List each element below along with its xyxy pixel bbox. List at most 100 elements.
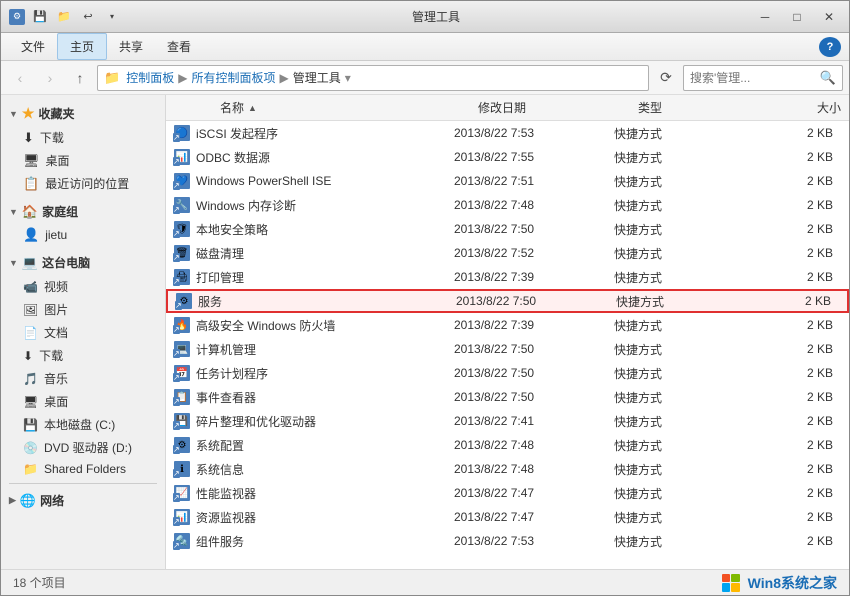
file-row[interactable]: 🗑 磁盘清理 2013/8/22 7:52 快捷方式 2 KB <box>166 241 849 265</box>
search-input[interactable] <box>690 71 816 85</box>
file-row[interactable]: 🔥 高级安全 Windows 防火墙 2013/8/22 7:39 快捷方式 2… <box>166 313 849 337</box>
sidebar-section-favorites: ▼ ★ 收藏夹 ⬇ 下载 🖥 桌面 📋 最近访问的位置 <box>1 101 165 195</box>
file-type: 快捷方式 <box>606 413 706 430</box>
file-row[interactable]: 🔵 iSCSI 发起程序 2013/8/22 7:53 快捷方式 2 KB <box>166 121 849 145</box>
file-size: 2 KB <box>706 150 841 164</box>
close-button[interactable]: ✕ <box>813 3 845 31</box>
col-header-name[interactable]: 名称 ▲ <box>190 95 470 120</box>
file-size: 2 KB <box>706 222 841 236</box>
file-row[interactable]: 💾 碎片整理和优化驱动器 2013/8/22 7:41 快捷方式 2 KB <box>166 409 849 433</box>
file-size: 2 KB <box>708 294 839 308</box>
menu-share[interactable]: 共享 <box>107 34 155 59</box>
search-icon[interactable]: 🔍 <box>820 70 836 86</box>
desktop-icon: 🖥 <box>23 153 40 169</box>
sidebar-network-header[interactable]: ▶ 🌐 网络 <box>1 488 165 513</box>
recent-icon: 📋 <box>23 176 39 192</box>
menu-view[interactable]: 查看 <box>155 34 203 59</box>
sidebar-item-desktop2[interactable]: 🖥 桌面 <box>1 390 165 413</box>
sidebar-favorites-label: 收藏夹 <box>38 105 74 122</box>
maximize-button[interactable]: □ <box>781 3 813 31</box>
sidebar-item-music[interactable]: 🎵 音乐 <box>1 367 165 390</box>
menu-home[interactable]: 主页 <box>57 33 107 60</box>
file-row[interactable]: 📈 性能监视器 2013/8/22 7:47 快捷方式 2 KB <box>166 481 849 505</box>
menu-file[interactable]: 文件 <box>9 34 57 59</box>
sidebar-item-dvd[interactable]: 💿 DVD 驱动器 (D:) <box>1 436 165 459</box>
file-type: 快捷方式 <box>606 173 706 190</box>
file-size: 2 KB <box>706 246 841 260</box>
file-icon-6: 🖨 <box>174 269 190 285</box>
qa-dropdown-btn[interactable]: ▾ <box>101 7 123 27</box>
breadcrumb-current: 管理工具 <box>293 69 341 86</box>
file-type: 快捷方式 <box>606 221 706 238</box>
file-row[interactable]: ⚙ 服务 2013/8/22 7:50 快捷方式 2 KB <box>166 289 849 313</box>
sidebar-item-shared[interactable]: 📁 Shared Folders <box>1 459 165 479</box>
sidebar-item-downloads[interactable]: ⬇ 下载 <box>1 126 165 149</box>
qa-undo-btn[interactable]: ↩ <box>77 7 99 27</box>
col-header-date[interactable]: 修改日期 <box>470 95 630 120</box>
file-date: 2013/8/22 7:48 <box>446 462 606 476</box>
col-header-size[interactable]: 大小 <box>730 95 849 120</box>
sidebar-item-downloads2[interactable]: ⬇ 下载 <box>1 344 165 367</box>
quick-access-toolbar: 💾 📁 ↩ ▾ <box>29 7 123 27</box>
file-size: 2 KB <box>706 510 841 524</box>
refresh-button[interactable]: ⟳ <box>653 65 679 91</box>
file-row[interactable]: 📅 任务计划程序 2013/8/22 7:50 快捷方式 2 KB <box>166 361 849 385</box>
sort-arrow: ▲ <box>248 103 257 113</box>
sidebar-item-videos[interactable]: 📹 视频 <box>1 275 165 298</box>
file-row[interactable]: ℹ 系统信息 2013/8/22 7:48 快捷方式 2 KB <box>166 457 849 481</box>
file-date: 2013/8/22 7:53 <box>446 126 606 140</box>
file-type: 快捷方式 <box>606 317 706 334</box>
file-name: 任务计划程序 <box>196 365 446 382</box>
file-type: 快捷方式 <box>606 125 706 142</box>
sidebar-item-pictures[interactable]: 🖼 图片 <box>1 298 165 321</box>
file-row[interactable]: 🛡 本地安全策略 2013/8/22 7:50 快捷方式 2 KB <box>166 217 849 241</box>
file-row[interactable]: 🔩 组件服务 2013/8/22 7:53 快捷方式 2 KB <box>166 529 849 553</box>
sidebar-section-homegroup: ▼ 🏠 家庭组 👤 jietu <box>1 199 165 246</box>
minimize-button[interactable]: ─ <box>749 3 781 31</box>
file-row[interactable]: 📋 事件查看器 2013/8/22 7:50 快捷方式 2 KB <box>166 385 849 409</box>
breadcrumb-controlpanel[interactable]: 控制面板 <box>126 69 174 86</box>
file-row[interactable]: 📊 ODBC 数据源 2013/8/22 7:55 快捷方式 2 KB <box>166 145 849 169</box>
sidebar-item-jietu[interactable]: 👤 jietu <box>1 224 165 246</box>
help-button[interactable]: ? <box>819 37 841 57</box>
watermark-text: Win8系统之家 <box>748 573 837 593</box>
window-icon: ⚙ <box>9 9 25 25</box>
file-name: 碎片整理和优化驱动器 <box>196 413 446 430</box>
file-date: 2013/8/22 7:47 <box>446 486 606 500</box>
sidebar-item-desktop[interactable]: 🖥 桌面 <box>1 149 165 172</box>
file-date: 2013/8/22 7:50 <box>446 366 606 380</box>
file-row[interactable]: 🖨 打印管理 2013/8/22 7:39 快捷方式 2 KB <box>166 265 849 289</box>
shared-icon: 📁 <box>23 462 38 476</box>
qa-folder-btn[interactable]: 📁 <box>53 7 75 27</box>
file-type: 快捷方式 <box>606 269 706 286</box>
sidebar-item-docs[interactable]: 📄 文档 <box>1 321 165 344</box>
downloads2-icon: ⬇ <box>23 349 33 363</box>
file-name: 事件查看器 <box>196 389 446 406</box>
up-button[interactable]: ↑ <box>67 65 93 91</box>
sidebar-thispc-header[interactable]: ▼ 💻 这台电脑 <box>1 250 165 275</box>
file-type: 快捷方式 <box>606 389 706 406</box>
sidebar-section-network: ▶ 🌐 网络 <box>1 488 165 513</box>
column-header: 名称 ▲ 修改日期 类型 大小 <box>166 95 849 121</box>
file-row[interactable]: 💙 Windows PowerShell ISE 2013/8/22 7:51 … <box>166 169 849 193</box>
back-button[interactable]: ‹ <box>7 65 33 91</box>
file-date: 2013/8/22 7:52 <box>446 246 606 260</box>
sidebar-item-recent[interactable]: 📋 最近访问的位置 <box>1 172 165 195</box>
sidebar-section-thispc: ▼ 💻 这台电脑 📹 视频 🖼 图片 📄 文档 ⬇ <box>1 250 165 479</box>
file-type: 快捷方式 <box>606 485 706 502</box>
file-row[interactable]: 📊 资源监视器 2013/8/22 7:47 快捷方式 2 KB <box>166 505 849 529</box>
sidebar-favorites-header[interactable]: ▼ ★ 收藏夹 <box>1 101 165 126</box>
col-header-type[interactable]: 类型 <box>630 95 730 120</box>
file-row[interactable]: 🔧 Windows 内存诊断 2013/8/22 7:48 快捷方式 2 KB <box>166 193 849 217</box>
file-row[interactable]: ⚙ 系统配置 2013/8/22 7:48 快捷方式 2 KB <box>166 433 849 457</box>
sidebar-item-localdisk[interactable]: 💾 本地磁盘 (C:) <box>1 413 165 436</box>
file-icon-4: 🛡 <box>174 221 190 237</box>
forward-button[interactable]: › <box>37 65 63 91</box>
breadcrumb-allitems[interactable]: 所有控制面板项 <box>191 69 275 86</box>
file-type: 快捷方式 <box>606 197 706 214</box>
qa-save-btn[interactable]: 💾 <box>29 7 51 27</box>
address-box[interactable]: 📁 控制面板 ▶ 所有控制面板项 ▶ 管理工具 ▾ <box>97 65 649 91</box>
sidebar-homegroup-header[interactable]: ▼ 🏠 家庭组 <box>1 199 165 224</box>
sidebar-homegroup-label: 家庭组 <box>42 203 78 220</box>
file-row[interactable]: 💻 计算机管理 2013/8/22 7:50 快捷方式 2 KB <box>166 337 849 361</box>
